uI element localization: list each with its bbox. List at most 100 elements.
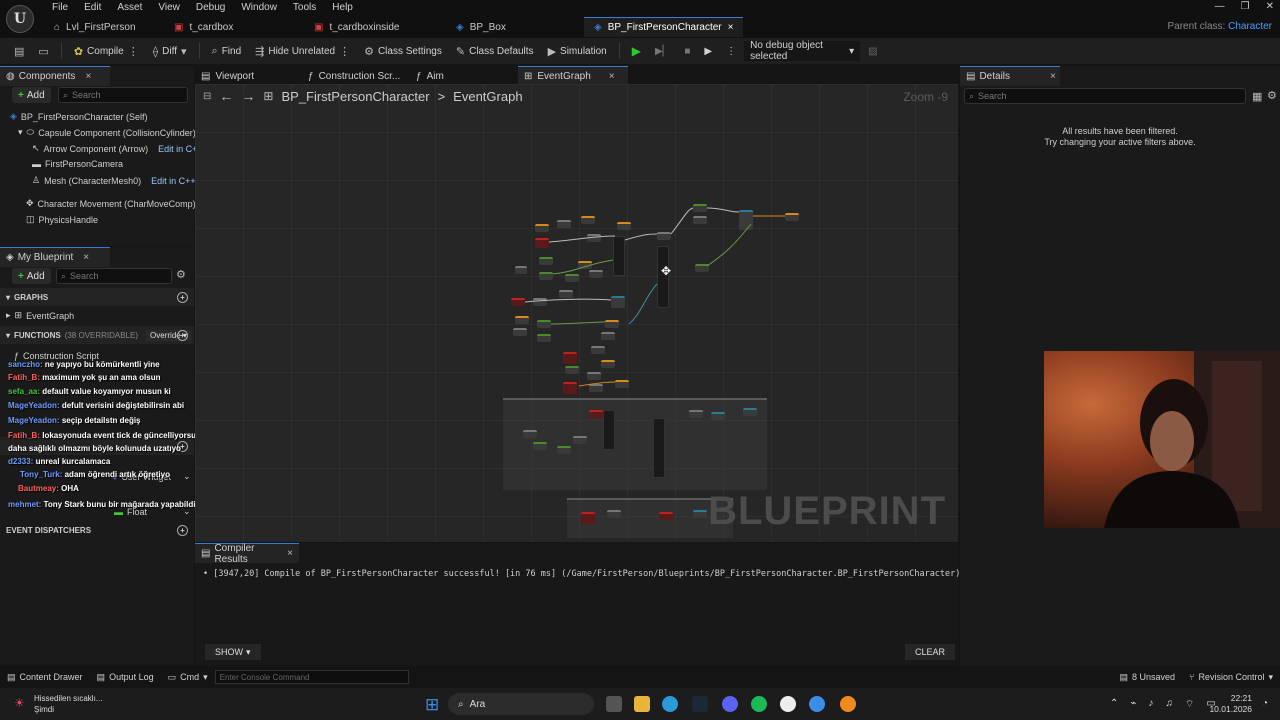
app-icon[interactable] bbox=[809, 696, 825, 712]
edit-in-cpp-link[interactable]: Edit in C++ bbox=[151, 176, 196, 186]
component-camera[interactable]: ▬ FirstPersonCamera bbox=[32, 159, 123, 169]
doc-tab-t-cardbox[interactable]: ▣ t_cardbox bbox=[164, 17, 304, 37]
add-function-icon[interactable]: + bbox=[177, 329, 188, 341]
console-command-input[interactable]: Enter Console Command bbox=[214, 670, 409, 684]
minimize-icon[interactable]: — bbox=[1215, 1, 1225, 12]
revision-control-button[interactable]: ⑂ Revision Control ▾ bbox=[1182, 672, 1280, 683]
doc-tab-bp-firstpersoncharacter[interactable]: ◈ BP_FirstPersonCharacter × bbox=[584, 17, 744, 37]
stop-button[interactable]: ■ bbox=[678, 40, 696, 62]
parent-class-value[interactable]: Character bbox=[1228, 21, 1272, 32]
clock[interactable]: 22:21 10.01.2026 bbox=[1200, 693, 1252, 715]
compile-button[interactable]: ✿ Compile ⋮ bbox=[68, 40, 145, 62]
tab-compiler-results[interactable]: ▤ Compiler Results × bbox=[195, 543, 299, 565]
taskbar-search[interactable]: ⌕ Ara bbox=[448, 693, 594, 715]
close-icon[interactable]: × bbox=[1050, 71, 1056, 82]
menu-debug[interactable]: Debug bbox=[188, 1, 233, 17]
save-button[interactable]: ▤ bbox=[8, 40, 30, 62]
graph-node[interactable] bbox=[653, 418, 665, 478]
discord-icon[interactable] bbox=[722, 696, 738, 712]
find-button[interactable]: ⌕ Find bbox=[206, 40, 248, 62]
component-arrow[interactable]: ↖ Arrow Component (Arrow) Edit in C++ bbox=[32, 143, 203, 154]
class-defaults-button[interactable]: ✎ Class Defaults bbox=[450, 40, 540, 62]
component-character-movement[interactable]: ✥ Character Movement (CharMoveComp) bbox=[26, 198, 196, 209]
task-view-icon[interactable] bbox=[606, 696, 622, 712]
menu-tools[interactable]: Tools bbox=[285, 1, 324, 17]
unsaved-button[interactable]: ▤ 8 Unsaved bbox=[1112, 672, 1182, 683]
tab-aim[interactable]: ƒ Aim bbox=[410, 66, 516, 86]
eject-button[interactable]: ▶ bbox=[698, 40, 718, 62]
add-graph-icon[interactable]: + bbox=[177, 291, 188, 303]
component-capsule[interactable]: ▾ ⬭ Capsule Component (CollisionCylinder) bbox=[18, 127, 196, 138]
tab-construction-script[interactable]: ƒ Construction Scr... bbox=[302, 66, 408, 86]
graph-node[interactable] bbox=[689, 410, 703, 418]
menu-file[interactable]: File bbox=[44, 1, 76, 17]
graph-node[interactable] bbox=[573, 436, 587, 444]
graph-node[interactable] bbox=[523, 430, 537, 438]
graph-item-eventgraph[interactable]: ▸ ⊞ EventGraph bbox=[6, 310, 74, 321]
add-member-button[interactable]: + Add bbox=[12, 268, 51, 284]
play-button[interactable]: ▶ bbox=[626, 40, 647, 62]
output-log-button[interactable]: ▤ Output Log bbox=[90, 672, 161, 683]
windows-start-icon[interactable]: ⊞ bbox=[425, 695, 439, 715]
details-search-input[interactable]: ⌕ Search bbox=[964, 88, 1246, 104]
menu-help[interactable]: Help bbox=[324, 1, 361, 17]
notification-icon[interactable]: ◔ bbox=[1262, 698, 1268, 709]
gear-icon[interactable]: ⚙ bbox=[1267, 89, 1277, 102]
cmd-dropdown[interactable]: ▭ Cmd ▾ bbox=[161, 672, 215, 683]
unreal-engine-icon[interactable] bbox=[780, 696, 796, 712]
doc-tab-lvl-firstperson[interactable]: ⌂ Lvl_FirstPerson bbox=[44, 17, 164, 37]
graph-node[interactable] bbox=[659, 512, 673, 520]
step-button[interactable]: ▶▏ bbox=[649, 40, 676, 62]
unreal-logo-icon[interactable]: U bbox=[6, 5, 34, 33]
graph-node[interactable] bbox=[711, 412, 725, 420]
doc-tab-t-cardboxinside[interactable]: ▣ t_cardboxinside bbox=[304, 17, 446, 37]
maximize-icon[interactable]: ❐ bbox=[1241, 1, 1250, 12]
volume-icon[interactable]: ♫ bbox=[1165, 698, 1173, 711]
graph-node[interactable] bbox=[557, 446, 571, 454]
hide-unrelated-button[interactable]: ⇶ Hide Unrelated ⋮ bbox=[249, 40, 356, 62]
tab-my-blueprint[interactable]: ◈ My Blueprint × bbox=[0, 247, 110, 267]
graph-node[interactable] bbox=[589, 410, 603, 418]
clear-button[interactable]: CLEAR bbox=[905, 644, 956, 660]
doc-tab-bp-box[interactable]: ◈ BP_Box bbox=[446, 17, 584, 37]
class-settings-button[interactable]: ⚙ Class Settings bbox=[358, 40, 448, 62]
graph-node[interactable] bbox=[693, 510, 707, 518]
event-dispatchers-section[interactable]: EVENT DISPATCHERS + bbox=[0, 521, 194, 539]
close-icon[interactable]: × bbox=[728, 22, 734, 33]
weather-widget[interactable]: ☀ Hissedilen sıcaklı... Şimdi bbox=[10, 693, 130, 717]
forward-arrow-icon[interactable]: → bbox=[241, 88, 255, 104]
close-icon[interactable]: × bbox=[83, 252, 89, 263]
graph-node[interactable] bbox=[581, 512, 595, 524]
kebab-icon[interactable]: ⋮ bbox=[339, 45, 350, 58]
microphone-icon[interactable]: ♪ bbox=[1148, 698, 1153, 711]
graph-node[interactable] bbox=[743, 408, 757, 416]
graph-node[interactable] bbox=[607, 510, 621, 518]
graph-node[interactable] bbox=[603, 410, 615, 450]
chevron-up-icon[interactable]: ⌃ bbox=[1110, 698, 1118, 711]
steam-icon[interactable] bbox=[692, 696, 708, 712]
tab-viewport[interactable]: ▤ Viewport bbox=[195, 66, 301, 86]
spotify-icon[interactable] bbox=[751, 696, 767, 712]
kebab-icon[interactable]: ⋮ bbox=[128, 45, 139, 58]
play-options-button[interactable]: ⋮ bbox=[720, 40, 742, 62]
breadcrumb-leaf[interactable]: EventGraph bbox=[453, 89, 522, 104]
gear-icon[interactable]: ⚙ bbox=[176, 268, 186, 281]
show-button[interactable]: SHOW ▾ bbox=[205, 644, 261, 660]
menu-window[interactable]: Window bbox=[233, 1, 285, 17]
graphs-section[interactable]: ▾ GRAPHS + bbox=[0, 288, 194, 306]
wifi-icon[interactable]: ⌔ bbox=[1185, 698, 1194, 711]
component-mesh[interactable]: ♙ Mesh (CharacterMesh0) Edit in C++ bbox=[32, 175, 196, 186]
tab-eventgraph[interactable]: ⊞ EventGraph × bbox=[518, 66, 628, 86]
component-physics-handle[interactable]: ◫ PhysicsHandle bbox=[26, 214, 98, 225]
breadcrumb-root[interactable]: BP_FirstPersonCharacter bbox=[281, 89, 429, 104]
tab-components[interactable]: ◍ Components × bbox=[0, 66, 110, 86]
debug-object-select[interactable]: No debug object selected ▾ bbox=[744, 40, 861, 62]
event-graph-canvas[interactable]: ✥ BLUEPRINT bbox=[195, 84, 958, 542]
tab-details[interactable]: ▤ Details × bbox=[960, 66, 1060, 86]
diff-button[interactable]: ⟠ Diff ▾ bbox=[147, 40, 193, 62]
back-arrow-icon[interactable]: ← bbox=[219, 88, 233, 104]
close-icon[interactable]: × bbox=[85, 71, 91, 82]
debug-filter-button[interactable]: ▨ bbox=[862, 40, 883, 62]
component-self[interactable]: ◈ BP_FirstPersonCharacter (Self) bbox=[10, 111, 147, 122]
bookmark-icon[interactable]: ⊟ bbox=[203, 91, 211, 102]
